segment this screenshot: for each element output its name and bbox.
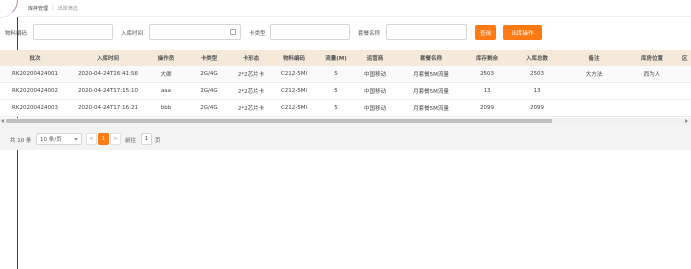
column-header: 卡形态	[242, 56, 260, 62]
sidebar-corner	[0, 0, 18, 18]
column-header: 入库时间	[96, 56, 119, 62]
package-cell: 月套餐5M流量	[413, 72, 449, 78]
carrier-cell: 中国移动	[363, 89, 386, 95]
package-name-label: 套餐名称	[358, 31, 381, 37]
card-form-cell: 2*2芯片卡	[237, 72, 265, 78]
batch-cell: RK20200424002	[12, 88, 58, 94]
card-type-label: 卡类型	[249, 31, 266, 37]
remark-cell: 大方法	[585, 72, 603, 78]
table-row[interactable]: RK20200424003 2020-04-24T17:16:21 bbb 2G…	[0, 100, 691, 117]
column-header: 库存剩余	[475, 56, 498, 62]
column-header: 入库总数	[525, 56, 548, 62]
outbound-button[interactable]: 出库操作	[503, 25, 542, 40]
total-count: 共 10 条	[10, 138, 32, 144]
package-name-input[interactable]	[386, 24, 467, 40]
scroll-left-icon[interactable]	[1, 119, 4, 123]
card-type-cell: 2G/4G	[200, 88, 218, 94]
traffic-cell: 5	[334, 71, 338, 77]
column-header: 批次	[29, 56, 41, 62]
card-type-input[interactable]	[270, 24, 350, 40]
goto-label: 前往	[125, 138, 137, 144]
inbound-total-cell: 2099	[530, 105, 544, 111]
stock-remaining-cell: 13	[483, 88, 491, 94]
filter-bar: 物料编码 入库时间 卡类型 套餐名称 查询 出库操作	[0, 24, 691, 42]
inbound-time-input[interactable]	[149, 24, 241, 40]
warehouse-location-cell: 而为人	[643, 72, 661, 78]
inbound-time-cell: 2020-04-24T17:15:10	[77, 88, 139, 94]
table-row[interactable]: RK20200424002 2020-04-24T17:15:10 aaa 2G…	[0, 83, 691, 100]
batch-cell: RK20200424001	[12, 71, 58, 77]
inbound-time-cell: 2020-04-24T17:16:21	[77, 105, 139, 111]
pagination: 共 10 条 10 条/页 < 1 > 前往 1 页	[0, 124, 691, 150]
chevron-down-icon	[74, 138, 78, 141]
calendar-icon[interactable]	[230, 29, 236, 35]
column-header: 流量(M)	[325, 56, 347, 62]
material-code-cell: C212-5Mi	[280, 71, 308, 77]
table-row[interactable]: RK20200424001 2020-04-24T16:41:56 大卿 2G/…	[0, 66, 691, 83]
page-suffix: 页	[155, 138, 161, 144]
inbound-time-label: 入库时间	[121, 31, 144, 37]
prev-page-button[interactable]: <	[86, 133, 97, 145]
operator-cell: aaa	[160, 88, 172, 94]
column-header: 运营商	[366, 56, 384, 62]
goto-page-input[interactable]: 1	[141, 133, 152, 145]
page-1-button[interactable]: 1	[98, 133, 109, 145]
column-header: 区	[682, 56, 688, 62]
column-header: 卡类型	[200, 56, 218, 62]
stock-remaining-cell: 2503	[480, 71, 494, 77]
operator-cell: bbb	[160, 105, 172, 111]
package-cell: 月套餐5M流量	[413, 106, 449, 112]
page-size-select[interactable]: 10 条/页	[36, 133, 82, 145]
header-divider	[18, 16, 691, 17]
card-form-cell: 2*2芯片卡	[237, 106, 265, 112]
operator-cell: 大卿	[160, 72, 172, 78]
traffic-cell: 5	[334, 105, 338, 111]
page-size-value: 10 条/页	[40, 137, 62, 143]
scrollbar-thumb[interactable]	[6, 119, 552, 123]
column-header: 备注	[588, 56, 600, 62]
table-header: 批次 入库时间 操作员 卡类型 卡形态 物料编码 流量(M) 运营商 套餐名称 …	[0, 50, 691, 66]
traffic-cell: 5	[334, 88, 338, 94]
breadcrumb: 库存管理 | 出库筛选	[28, 3, 78, 13]
next-page-button[interactable]: >	[110, 133, 121, 145]
material-code-cell: C212-5Mi	[280, 105, 308, 111]
card-form-cell: 2*2芯片卡	[237, 89, 265, 95]
inbound-time-cell: 2020-04-24T16:41:56	[77, 71, 139, 77]
query-button[interactable]: 查询	[475, 25, 496, 40]
breadcrumb-separator: |	[52, 5, 54, 11]
breadcrumb-inventory[interactable]: 库存管理	[28, 5, 48, 12]
column-header: 套餐名称	[419, 56, 442, 62]
inbound-total-cell: 2503	[530, 71, 544, 77]
card-type-cell: 2G/4G	[200, 71, 218, 77]
package-cell: 月套餐5M流量	[413, 89, 449, 95]
carrier-cell: 中国移动	[363, 72, 386, 78]
material-code-input[interactable]	[33, 24, 113, 40]
inbound-total-cell: 13	[533, 88, 541, 94]
column-header: 物料编码	[282, 56, 305, 62]
column-header: 库房位置	[640, 56, 663, 62]
batch-cell: RK20200424003	[12, 105, 58, 111]
scroll-right-icon[interactable]	[685, 119, 688, 123]
material-code-cell: C212-5Mi	[280, 88, 308, 94]
column-header: 操作员	[157, 56, 175, 62]
material-code-label: 物料编码	[5, 31, 28, 37]
carrier-cell: 中国移动	[363, 106, 386, 112]
card-type-cell: 2G/4G	[200, 105, 218, 111]
stock-remaining-cell: 2099	[480, 105, 494, 111]
breadcrumb-current: 出库筛选	[57, 5, 78, 12]
